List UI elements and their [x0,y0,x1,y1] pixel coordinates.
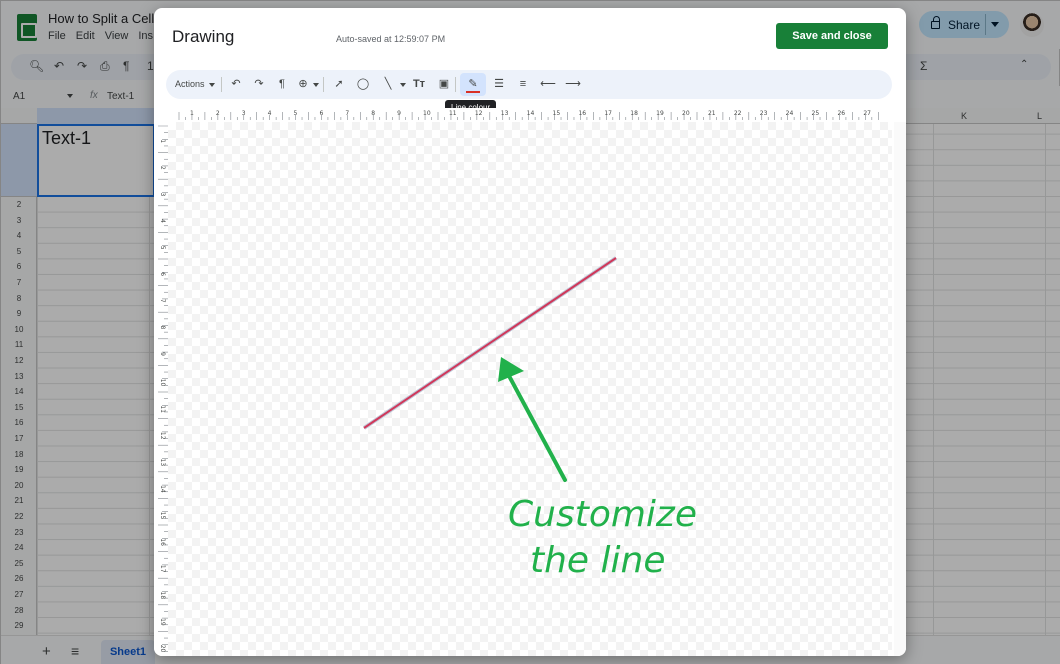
ruler-label: 12 [475,110,483,117]
ruler-label: 8 [159,326,166,330]
ruler-label: 10 [159,379,166,387]
image-icon[interactable]: ▣ [437,75,451,94]
canvas-scrollbar[interactable] [894,122,906,656]
ruler-label: 17 [159,565,166,573]
ruler-label: 15 [553,110,561,117]
drawing-canvas[interactable]: Customize the line [168,122,892,656]
ruler-label: 16 [578,110,586,117]
ruler-label: 14 [527,110,535,117]
ruler-label: 12 [159,432,166,440]
line-start-icon[interactable]: ⟵ [539,75,557,94]
ruler-label: 20 [159,645,166,653]
ruler-label: 3 [159,193,166,197]
ruler-label: 5 [159,246,166,250]
toolbar-divider [455,77,456,92]
paint-format-icon[interactable]: ¶ [274,75,290,94]
line-tool-icon[interactable]: ╲ [380,75,396,94]
ruler-label: 13 [159,459,166,467]
ruler-label: 19 [656,110,664,117]
annotation-line-2: the line [530,540,666,581]
autosave-status: Auto-saved at 12:59:07 PM [336,34,446,44]
ruler-label: 18 [159,592,166,600]
annotation-arrow [506,372,567,482]
ruler-label: 16 [159,538,166,546]
ruler-label: 7 [345,110,349,117]
actions-menu-button[interactable]: Actions [175,75,205,94]
ruler-label: 2 [216,110,220,117]
ruler-label: 19 [159,618,166,626]
ruler-label: 7 [159,299,166,303]
ruler-label: 4 [268,110,272,117]
save-and-close-button[interactable]: Save and close [776,23,888,49]
text-box-icon[interactable]: Tт [410,75,428,94]
ruler-label: 14 [159,485,166,493]
ruler-label: 26 [837,110,845,117]
drawing-dialog: Drawing Auto-saved at 12:59:07 PM Save a… [154,8,906,656]
ruler-label: 10 [423,110,431,117]
line-colour-swatch [466,91,480,93]
ruler-label: 20 [682,110,690,117]
undo-icon[interactable]: ↶ [229,75,243,94]
line-tool-dropdown-icon[interactable] [400,83,406,87]
ruler-label: 11 [449,110,457,117]
drawing-toolbar: Actions ↶ ↷ ¶ ⊕ ➚ ◯ ╲ Tт ▣ ✎ ☰ ≡ ⟵ ⟶ [166,70,892,99]
annotation-line-1: Customize [508,494,697,535]
select-cursor-icon[interactable]: ➚ [332,75,346,94]
line-dash-icon[interactable]: ≡ [515,75,531,94]
shape-icon[interactable]: ◯ [355,75,371,94]
ruler-label: 8 [371,110,375,117]
ruler-label: 23 [760,110,768,117]
ruler-label: 25 [812,110,820,117]
line-end-icon[interactable]: ⟶ [564,75,582,94]
drawing-layer: Customize the line [362,256,697,581]
toolbar-divider [323,77,324,92]
ruler-ticks: 1 2 3 4 5 6 7 8 9 10 11 12 13 14 15 16 17 18 19 20 21 22 23 24 2… [178,110,879,120]
ruler-ticks: 1234567891011121314151617181920 [158,125,168,653]
ruler-label: 17 [604,110,612,117]
ruler-label: 21 [708,110,716,117]
ruler-label: 9 [159,352,166,356]
ruler-label: 5 [294,110,298,117]
zoom-icon[interactable]: ⊕ [296,75,310,94]
ruler-label: 13 [501,110,509,117]
ruler-label: 24 [786,110,794,117]
ruler-label: 1 [159,139,166,143]
actions-dropdown-icon [209,83,215,87]
ruler-label: 11 [159,405,166,413]
vertical-ruler: 1234567891011121314151617181920 [154,120,168,656]
ruler-label: 15 [159,512,166,520]
ruler-label: 6 [159,272,166,276]
ruler-label: 3 [242,110,246,117]
ruler-label: 9 [397,110,401,117]
drawn-line[interactable] [363,257,617,429]
ruler-label: 1 [190,110,194,117]
ruler-label: 18 [630,110,638,117]
line-weight-icon[interactable]: ☰ [491,75,507,94]
ruler-label: 27 [863,110,871,117]
redo-icon[interactable]: ↷ [252,75,266,94]
ruler-label: 2 [159,166,166,170]
ruler-label: 22 [734,110,742,117]
zoom-dropdown-icon[interactable] [313,83,319,87]
dialog-title: Drawing [172,27,235,46]
toolbar-divider [221,77,222,92]
ruler-label: 6 [319,110,323,117]
ruler-label: 4 [159,219,166,223]
horizontal-ruler: 1 2 3 4 5 6 7 8 9 10 11 12 13 14 15 16 17 18 19 20 21 22 23 24 2… [176,108,896,120]
